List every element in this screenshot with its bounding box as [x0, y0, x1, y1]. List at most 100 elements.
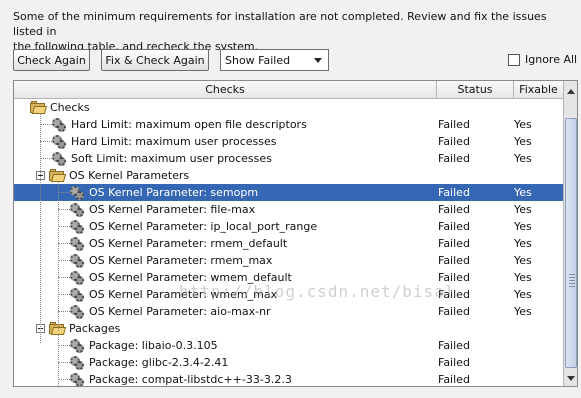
toolbar: Check Again Fix & Check Again Show Faile… — [13, 49, 578, 71]
table-row[interactable]: Soft Limit: maximum user processes Failed… — [14, 150, 563, 167]
filter-select[interactable]: Show Failed — [220, 49, 329, 71]
tree-connector — [58, 209, 70, 210]
gear-icon — [70, 219, 84, 234]
tree-cell: OS Kernel Parameters — [36, 167, 189, 184]
tree-cell: Soft Limit: maximum user processes — [52, 150, 272, 167]
check-name: OS Kernel Parameter: rmem_default — [89, 237, 288, 250]
scroll-up-arrow-icon[interactable] — [567, 89, 575, 94]
fix-and-check-again-label: Fix & Check Again — [105, 53, 205, 67]
table-body: Checks Hard Limit: maximum open file desc… — [14, 99, 563, 386]
check-name: Checks — [50, 101, 90, 114]
tree-cell: Hard Limit: maximum open file descriptor… — [52, 116, 307, 133]
fix-and-check-again-button[interactable]: Fix & Check Again — [101, 49, 209, 71]
tree-connector — [40, 113, 41, 343]
ignore-all-toggle[interactable]: Ignore All — [508, 53, 577, 66]
status-cell: Failed — [438, 339, 470, 352]
table-row[interactable]: OS Kernel Parameter: file-max Failed Yes — [14, 201, 563, 218]
fixable-cell: Yes — [514, 271, 532, 284]
fixable-cell: Yes — [514, 118, 532, 131]
table-row[interactable]: OS Kernel Parameter: rmem_max Failed Yes — [14, 252, 563, 269]
table-row[interactable]: Packages — [14, 320, 563, 337]
folder-open-icon — [30, 100, 48, 114]
folder-open-icon — [49, 168, 67, 182]
tree-connector — [58, 345, 70, 346]
folder-open-icon — [49, 321, 67, 335]
tree-connector — [40, 158, 52, 159]
scrollbar-thumb[interactable] — [565, 118, 577, 368]
tree-connector — [58, 260, 70, 261]
chevron-down-icon — [314, 58, 322, 63]
gear-icon — [52, 134, 66, 149]
tree-cell: OS Kernel Parameter: rmem_default — [70, 235, 287, 252]
check-again-label: Check Again — [17, 53, 86, 67]
fixable-cell: Yes — [514, 135, 532, 148]
status-cell: Failed — [438, 186, 470, 199]
table-row[interactable]: OS Kernel Parameter: rmem_default Failed Y… — [14, 235, 563, 252]
status-cell: Failed — [438, 152, 470, 165]
tree-cell: Packages — [36, 320, 121, 337]
tree-connector — [58, 243, 70, 244]
tree-connector — [58, 226, 70, 227]
check-name: Package: glibc-2.3.4-2.41 — [89, 356, 229, 369]
status-cell: Failed — [438, 203, 470, 216]
watermark: http://blog.csdn.net/bisal — [179, 282, 456, 301]
tree-cell: Package: libaio-0.3.105 — [70, 337, 218, 354]
tree-cell: Package: glibc-2.3.4-2.41 — [70, 354, 228, 371]
table-row[interactable]: OS Kernel Parameter: aio-max-nr Failed Yes — [14, 303, 563, 320]
tree-cell: OS Kernel Parameter: ip_local_port_range — [70, 218, 317, 235]
checks-table: Checks Status Fixable Checks Hard Limit: … — [13, 80, 578, 387]
tree-connector — [58, 311, 70, 312]
instructions-line-1: Some of the minimum requirements for ins… — [13, 10, 547, 38]
grip-icon — [569, 274, 575, 288]
gear-icon — [70, 304, 84, 319]
fixable-cell: Yes — [514, 186, 532, 199]
tree-cell: Hard Limit: maximum user processes — [52, 133, 276, 150]
tree-cell: OS Kernel Parameter: semopm — [70, 184, 258, 201]
table-row[interactable]: OS Kernel Parameter: semopm Failed Yes — [14, 184, 563, 201]
tree-connector — [58, 192, 70, 193]
fixable-cell: Yes — [514, 305, 532, 318]
table-row[interactable]: Package: libaio-0.3.105 Failed — [14, 337, 563, 354]
check-name: Package: compat-libstdc++-33-3.2.3 — [89, 373, 292, 386]
vertical-scrollbar[interactable] — [563, 81, 577, 386]
ignore-all-checkbox[interactable] — [508, 53, 520, 66]
tree-cell: Checks — [30, 99, 90, 116]
column-header-status[interactable]: Status — [437, 81, 514, 99]
tree-connector — [40, 124, 52, 125]
check-name: OS Kernel Parameter: rmem_max — [89, 254, 273, 267]
check-name: Hard Limit: maximum user processes — [71, 135, 277, 148]
check-again-button[interactable]: Check Again — [13, 49, 90, 71]
tree-cell: OS Kernel Parameter: rmem_max — [70, 252, 272, 269]
tree-connector — [40, 141, 52, 142]
tree-cell: OS Kernel Parameter: aio-max-nr — [70, 303, 271, 320]
tree-connector — [58, 277, 70, 278]
check-name: OS Kernel Parameter: semopm — [89, 186, 259, 199]
gear-icon — [70, 355, 84, 370]
table-row[interactable]: Checks — [14, 99, 563, 116]
filter-select-value: Show Failed — [225, 53, 291, 67]
gear-icon — [52, 151, 66, 166]
table-row[interactable]: Package: glibc-2.3.4-2.41 Failed — [14, 354, 563, 371]
status-cell: Failed — [438, 356, 470, 369]
check-name: Package: libaio-0.3.105 — [89, 339, 218, 352]
check-name: Packages — [69, 322, 121, 335]
status-cell: Failed — [438, 305, 470, 318]
tree-cell: OS Kernel Parameter: file-max — [70, 201, 255, 218]
gear-icon — [70, 270, 84, 285]
status-cell: Failed — [438, 254, 470, 267]
check-name: Soft Limit: maximum user processes — [71, 152, 272, 165]
check-name: Hard Limit: maximum open file descriptor… — [71, 118, 307, 131]
table-row[interactable]: OS Kernel Parameters — [14, 167, 563, 184]
table-row[interactable]: Package: compat-libstdc++-33-3.2.3 Failed — [14, 371, 563, 386]
fixable-cell: Yes — [514, 152, 532, 165]
table-row[interactable]: Hard Limit: maximum user processes Failed… — [14, 133, 563, 150]
column-header-checks[interactable]: Checks — [14, 81, 437, 99]
column-header-fixable[interactable]: Fixable — [514, 81, 563, 99]
table-row[interactable]: OS Kernel Parameter: ip_local_port_range… — [14, 218, 563, 235]
table-row[interactable]: Hard Limit: maximum open file descriptor… — [14, 116, 563, 133]
fixable-cell: Yes — [514, 220, 532, 233]
table-header: Checks Status Fixable — [14, 81, 563, 99]
scroll-down-arrow-icon[interactable] — [567, 376, 575, 381]
tree-connector — [58, 362, 70, 363]
gear-icon — [70, 202, 84, 217]
